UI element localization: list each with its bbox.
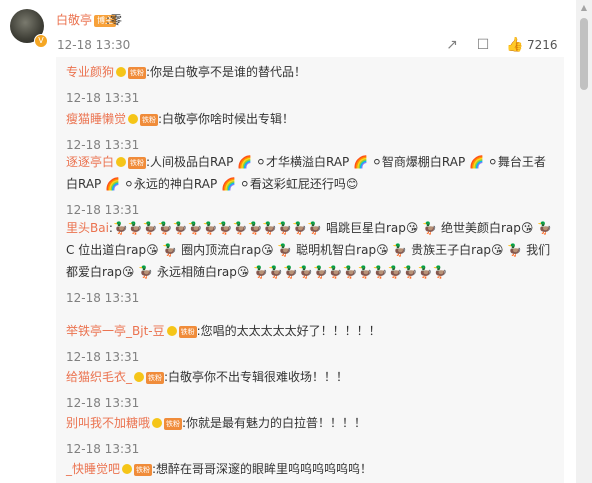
reply-text: :你是白敬亭不是谁的替代品！ <box>146 65 307 79</box>
crown-icon <box>166 326 177 336</box>
reply-text: :您唱的太太太太太好了！！！！！ <box>196 324 381 338</box>
reply-time: 12-18 13:31 <box>66 442 140 456</box>
reply-text: :白敬亭你不出专辑很难收场！！！ <box>164 370 349 384</box>
fan-badge: 铁粉 <box>164 418 183 430</box>
reply-text: :🦆🦆🦆🦆🦆🦆🦆🦆🦆🦆🦆🦆🦆🦆 唱跳巨星白rap😘 🦆 绝世美颜白rap😘 🦆 … <box>66 221 553 279</box>
reply-item: 瘦猫睡懒觉 铁粉:白敬亭你啥时候出专辑！ 12-18 13:31 <box>66 108 556 156</box>
fan-badge: 铁粉 <box>146 372 165 384</box>
top-comment-text: :零 <box>106 13 123 27</box>
reply-author[interactable]: _快睡觉吧 <box>66 462 120 476</box>
top-comment-time: 12-18 13:30 <box>57 38 131 52</box>
reply-thread: 专业颜狗 铁粉:你是白敬亭不是谁的替代品！ 12-18 13:31 瘦猫睡懒觉 铁粉… <box>56 57 564 483</box>
reply-item: 里头Bai:🦆🦆🦆🦆🦆🦆🦆🦆🦆🦆🦆🦆🦆🦆 唱跳巨星白rap😘 🦆 绝世美颜白ra… <box>66 217 556 309</box>
reply-text: :你就是最有魅力的白拉普！！！！ <box>182 416 367 430</box>
reply-author[interactable]: 专业颜狗 <box>66 65 114 79</box>
reply-item: 专业颜狗 铁粉:你是白敬亭不是谁的替代品！ 12-18 13:31 <box>66 61 556 109</box>
reply-author[interactable]: 给猫织毛衣_ <box>66 370 132 384</box>
reply-item: 逐逐亭白 铁粉:人间极品白RAP 🌈 ⚪才华横溢白RAP 🌈 ⚪智商爆棚白RAP … <box>66 151 556 221</box>
crown-icon <box>116 157 127 167</box>
comment-icon[interactable]: ☐ <box>475 37 491 53</box>
like-icon[interactable]: 👍 <box>506 37 523 53</box>
vertical-scrollbar[interactable]: ▲ <box>576 0 592 483</box>
reply-item: 给猫织毛衣_ 铁粉:白敬亭你不出专辑很难收场！！！ 12-18 13:31 <box>66 366 556 414</box>
top-comment: V 白敬亭 博主 :零 12-18 13:30 ↗ ☐ 👍 7216 <box>0 0 576 60</box>
reply-time: 12-18 13:31 <box>66 350 140 364</box>
reply-time: 12-18 13:31 <box>66 291 140 305</box>
reply-author[interactable]: 举铁亭一亭_Bjt-豆 <box>66 324 165 338</box>
scroll-up-icon[interactable]: ▲ <box>576 0 592 16</box>
share-icon[interactable]: ↗ <box>444 37 460 53</box>
fan-badge: 铁粉 <box>140 114 159 126</box>
reply-author[interactable]: 里头Bai <box>66 221 109 235</box>
reply-text: :白敬亭你啥时候出专辑！ <box>158 112 295 126</box>
fan-badge: 铁粉 <box>128 67 147 79</box>
verified-badge-icon: V <box>34 34 48 48</box>
fan-badge: 铁粉 <box>178 326 197 338</box>
reply-item: 别叫我不加糖哦 铁粉:你就是最有魅力的白拉普！！！！ 12-18 13:31 <box>66 412 556 460</box>
reply-item: 举铁亭一亭_Bjt-豆 铁粉:您唱的太太太太太好了！！！！！ 12-18 13:3… <box>66 320 556 368</box>
fan-badge: 铁粉 <box>128 157 147 169</box>
fan-badge: 铁粉 <box>134 464 153 476</box>
scrollbar-thumb[interactable] <box>580 18 588 90</box>
reply-author[interactable]: 瘦猫睡懒觉 <box>66 112 126 126</box>
reply-text: :想醉在哥哥深邃的眼眸里呜呜呜呜呜呜！ <box>152 462 373 476</box>
crown-icon <box>152 418 163 428</box>
crown-icon <box>128 114 139 124</box>
reply-author[interactable]: 别叫我不加糖哦 <box>66 416 150 430</box>
reply-time: 12-18 13:31 <box>66 91 140 105</box>
reply-time: 12-18 13:31 <box>66 396 140 410</box>
like-count: 7216 <box>527 38 558 52</box>
crown-icon <box>122 464 133 474</box>
reply-author[interactable]: 逐逐亭白 <box>66 155 114 169</box>
crown-icon <box>116 67 127 77</box>
crown-icon <box>134 372 145 382</box>
reply-item: _快睡觉吧 铁粉:想醉在哥哥深邃的眼眸里呜呜呜呜呜呜！ <box>66 458 556 480</box>
